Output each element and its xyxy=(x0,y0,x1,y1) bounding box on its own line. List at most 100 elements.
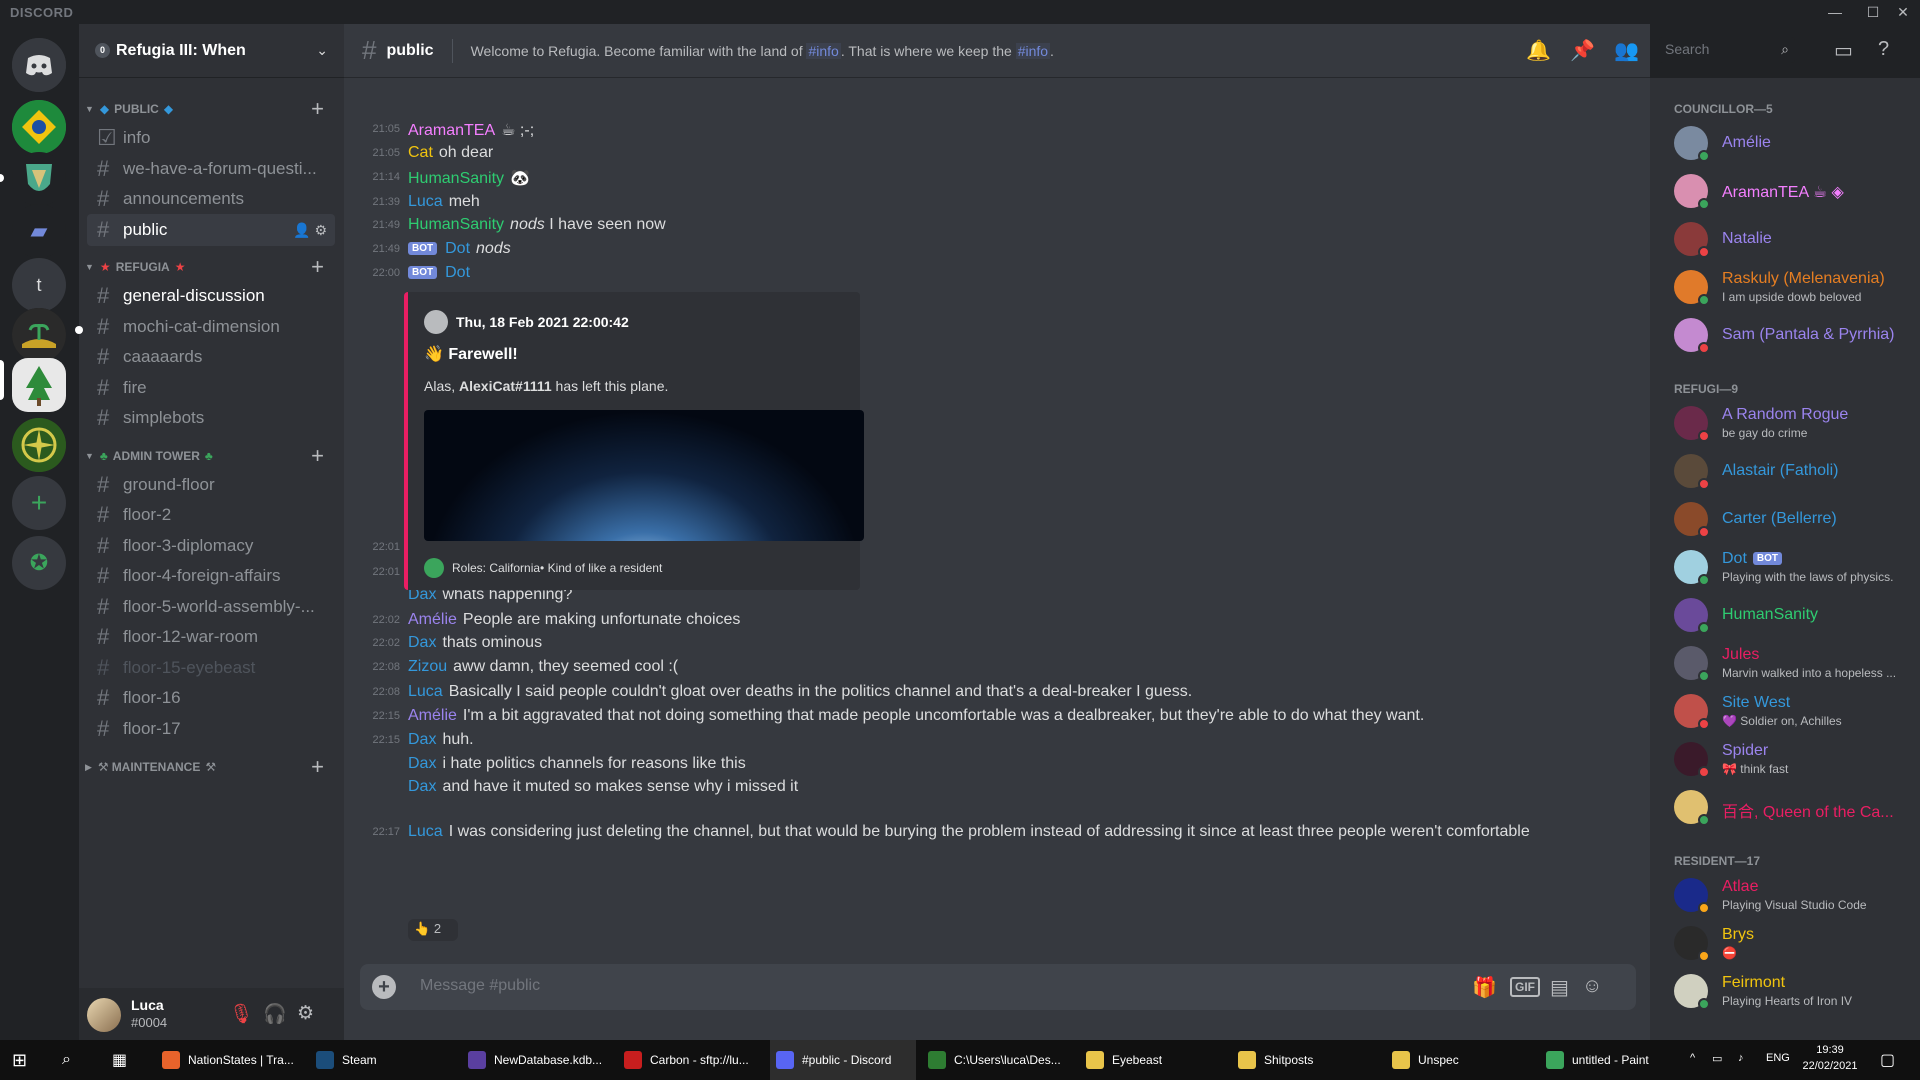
channel-floor-2[interactable]: # floor-2 xyxy=(87,499,335,531)
author-name[interactable]: HumanSanity xyxy=(408,216,504,233)
server-t-icon[interactable]: t xyxy=(12,258,66,312)
server-flag-icon[interactable] xyxy=(12,100,66,154)
server-crest-icon[interactable] xyxy=(12,152,66,206)
invite-icon[interactable]: 👤 xyxy=(293,222,310,238)
member-item[interactable]: Feirmont Playing Hearts of Iron IV xyxy=(1674,968,1914,1012)
author-name[interactable]: Luca xyxy=(408,193,443,210)
reaction-pointing-up[interactable]: 👆 2 xyxy=(408,919,458,941)
message-composer[interactable]: + Message #public 🎁 GIF ▤ ☺ xyxy=(360,964,1636,1010)
category-refugia[interactable]: ▼ ★ REFUGIA ★ + xyxy=(79,254,344,279)
taskbar-item[interactable]: Eyebeast xyxy=(1080,1040,1226,1080)
bell-icon[interactable]: 🔔 xyxy=(1526,38,1551,63)
clock-time[interactable]: 19:39 xyxy=(1800,1044,1860,1056)
channel-floor-15[interactable]: # floor-15-eyebeast xyxy=(87,652,335,684)
category-maintenance[interactable]: ▶ ⚒ MAINTENANCE ⚒ + xyxy=(79,754,344,779)
gif-icon[interactable]: GIF xyxy=(1510,977,1540,997)
member-item[interactable]: Raskuly (Melenavenia) I am upside dowb be… xyxy=(1674,264,1914,308)
channel-general-discussion[interactable]: # general-discussion xyxy=(87,280,335,312)
channel-caaaaards[interactable]: # caaaaards xyxy=(87,341,335,373)
notifications-icon[interactable]: ▢ xyxy=(1880,1050,1895,1070)
author-name[interactable]: Luca xyxy=(408,823,443,840)
taskbar-item[interactable]: Unspec xyxy=(1386,1040,1532,1080)
member-item[interactable]: Amélie xyxy=(1674,120,1914,164)
channel-public[interactable]: # public 👤 ⚙ xyxy=(87,214,335,246)
author-name[interactable]: Dax xyxy=(408,778,436,795)
channel-mention[interactable]: #info xyxy=(806,42,841,59)
taskbar-item[interactable]: Carbon - sftp://lu... xyxy=(618,1040,764,1080)
author-name[interactable]: Dax xyxy=(408,731,436,748)
member-item[interactable]: Jules Marvin walked into a hopeless ... xyxy=(1674,640,1914,684)
explore-compass-icon[interactable]: ✪ xyxy=(12,536,66,590)
earth-image[interactable] xyxy=(424,410,864,541)
channel-simplebots[interactable]: # simplebots xyxy=(87,402,335,434)
inbox-icon[interactable]: ▭ xyxy=(1834,38,1853,63)
channel-floor-5[interactable]: # floor-5-world-assembly-... xyxy=(87,591,335,623)
channel-floor-4[interactable]: # floor-4-foreign-affairs xyxy=(87,560,335,592)
home-discord-icon[interactable] xyxy=(12,38,66,92)
author-name[interactable]: AramanTEA xyxy=(408,122,495,139)
language[interactable]: ENG xyxy=(1766,1052,1790,1064)
search-icon[interactable]: ⌕ xyxy=(62,1040,71,1080)
message-input[interactable]: Message #public xyxy=(420,977,540,995)
channel-info[interactable]: ☑ info xyxy=(87,122,335,154)
author-name[interactable]: Dot xyxy=(445,264,470,281)
minimize-icon[interactable]: — xyxy=(1820,2,1850,22)
member-item[interactable]: HumanSanity xyxy=(1674,592,1914,636)
channel-mochi-cat-dimension[interactable]: # mochi-cat-dimension xyxy=(87,311,335,343)
headphones-icon[interactable]: 🎧 xyxy=(263,1002,287,1026)
taskbar-item[interactable]: #public - Discord xyxy=(770,1040,916,1080)
author-name[interactable]: Dax xyxy=(408,755,436,772)
attach-plus-icon[interactable]: + xyxy=(372,975,396,999)
member-item[interactable]: Alastair (Fatholi) xyxy=(1674,448,1914,492)
taskbar-item[interactable]: untitled - Paint xyxy=(1540,1040,1690,1080)
member-item[interactable]: Carter (Bellerre) xyxy=(1674,496,1914,540)
channel-floor-16[interactable]: # floor-16 xyxy=(87,682,335,714)
sticker-icon[interactable]: ▤ xyxy=(1550,975,1569,1000)
member-item[interactable]: Sam (Pantala & Pyrrhia) xyxy=(1674,312,1914,356)
channel-announcements[interactable]: # announcements xyxy=(87,183,335,215)
help-icon[interactable]: ? xyxy=(1878,38,1889,61)
channel-fire[interactable]: # fire xyxy=(87,372,335,404)
server-refugia-icon[interactable] xyxy=(12,358,66,412)
channel-floor-12[interactable]: # floor-12-war-room xyxy=(87,621,335,653)
channel-mention[interactable]: #info xyxy=(1015,42,1051,59)
author-name[interactable]: Amélie xyxy=(408,611,457,628)
channel-ground-floor[interactable]: # ground-floor xyxy=(87,469,335,501)
member-item[interactable]: AramanTEA ☕ ◈ xyxy=(1674,168,1914,212)
add-channel-icon[interactable]: + xyxy=(311,443,324,469)
author-name[interactable]: Amélie xyxy=(408,707,457,724)
chevron-down-icon[interactable]: ⌄ xyxy=(316,42,328,59)
taskbar-item[interactable]: C:\Users\luca\Des... xyxy=(922,1040,1072,1080)
author-name[interactable]: Zizou xyxy=(408,658,447,675)
author-name[interactable]: HumanSanity xyxy=(408,170,504,187)
gear-icon[interactable]: ⚙ xyxy=(314,222,327,238)
close-icon[interactable]: ✕ xyxy=(1888,2,1918,22)
member-item[interactable]: Atlae Playing Visual Studio Code xyxy=(1674,872,1914,916)
member-item[interactable]: Natalie xyxy=(1674,216,1914,260)
member-item[interactable]: Spider 🎀 think fast xyxy=(1674,736,1914,780)
author-name[interactable]: Cat xyxy=(408,144,433,161)
server-island-icon[interactable] xyxy=(12,308,66,362)
volume-icon[interactable]: ♪ xyxy=(1738,1052,1744,1064)
channel-floor-3[interactable]: # floor-3-diplomacy xyxy=(87,530,335,562)
channel-floor-17[interactable]: # floor-17 xyxy=(87,713,335,745)
search-input[interactable]: Search ⌕ xyxy=(1659,37,1795,63)
author-name[interactable]: Dax xyxy=(408,634,436,651)
category-admin-tower[interactable]: ▼ ♣ ADMIN TOWER ♣ + xyxy=(79,443,344,469)
clock-date[interactable]: 22/02/2021 xyxy=(1795,1060,1865,1072)
members-icon[interactable]: 👥 xyxy=(1614,38,1639,63)
taskbar-item[interactable]: NewDatabase.kdb... xyxy=(462,1040,612,1080)
author-name[interactable]: Luca xyxy=(408,683,443,700)
pin-icon[interactable]: 📌 xyxy=(1570,38,1595,63)
member-item[interactable]: A Random Rogue be gay do crime xyxy=(1674,400,1914,444)
emoji-icon[interactable]: ☺ xyxy=(1582,975,1602,998)
folder-icon[interactable]: ▰ xyxy=(12,204,66,258)
avatar[interactable] xyxy=(87,998,121,1032)
member-item[interactable]: Site West 💜 Soldier on, Achilles xyxy=(1674,688,1914,732)
member-item[interactable]: 百合, Queen of the Ca... xyxy=(1674,784,1914,828)
category-public[interactable]: ▼ ◆ PUBLIC ◆ + xyxy=(79,96,344,121)
taskbar-item[interactable]: Shitposts xyxy=(1232,1040,1378,1080)
member-item[interactable]: Dot BOT Playing with the laws of physics. xyxy=(1674,544,1914,588)
author-name[interactable]: Dot xyxy=(445,240,470,257)
server-header[interactable]: 0 Refugia III: When ⌄ xyxy=(79,24,344,78)
